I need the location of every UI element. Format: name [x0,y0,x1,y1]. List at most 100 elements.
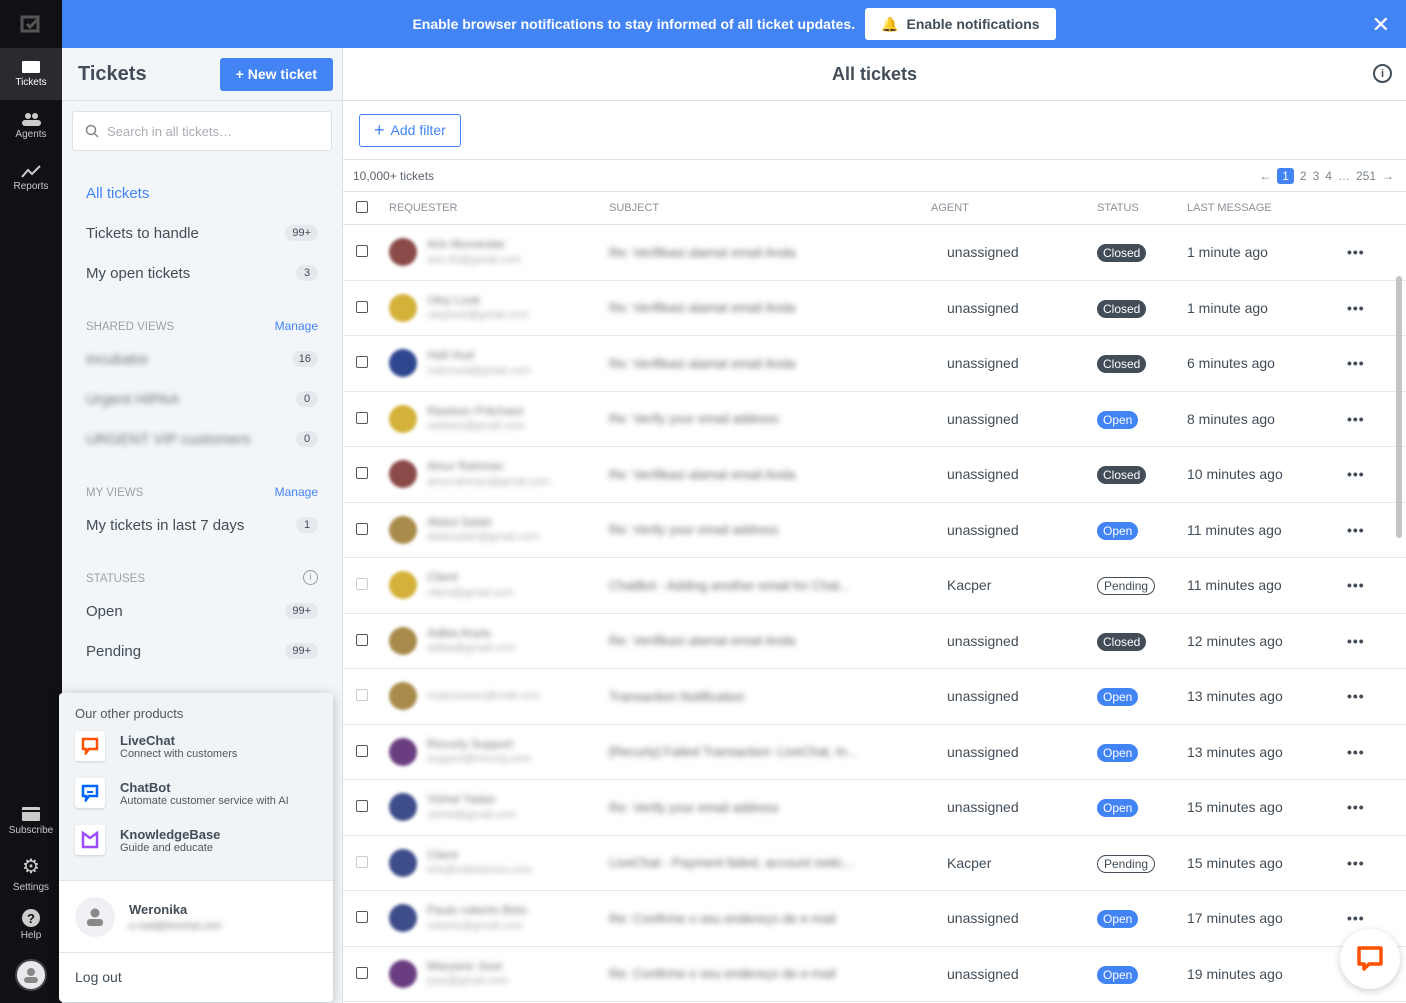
nav-all-tickets[interactable]: All tickets [86,173,318,213]
search-input[interactable]: Search in all tickets… [72,111,332,151]
page-1[interactable]: 1 [1277,167,1294,184]
row-checkbox[interactable] [356,578,368,591]
more-actions-icon[interactable]: ••• [1347,688,1387,704]
page-last[interactable]: 251 [1356,169,1376,183]
table-row[interactable]: Hafi Hud mahmud@gmail.com Re: Verifikasi … [343,336,1406,392]
ticket-subject: Re: Verifikasi alamat email Anda [609,355,796,371]
more-actions-icon[interactable]: ••• [1347,300,1387,316]
row-checkbox[interactable] [356,245,368,258]
row-checkbox[interactable] [356,966,368,979]
status-badge: Closed [1097,299,1147,318]
row-checkbox[interactable] [356,356,368,369]
table-row[interactable]: Vishal Yadav vishal@gmail.com Re: Verify … [343,780,1406,836]
table-row[interactable]: Adiba Anyla adiba@gmail.com Re: Verifikas… [343,614,1406,669]
add-filter-button[interactable]: + Add filter [359,113,461,147]
table-row[interactable]: Paulo roberto Beto roberto@gmail.com Re: … [343,891,1406,947]
scrollbar[interactable] [1396,276,1402,538]
ticket-subject: ChatBot - Adding another email for Chat.… [609,577,851,593]
search-icon [85,124,99,138]
row-checkbox[interactable] [356,855,368,868]
table-row[interactable]: Client info@milestones.com LiveChat - Pay… [343,836,1406,891]
status-open[interactable]: Open 99+ [86,591,318,631]
app-logo[interactable] [0,0,62,48]
prev-page-icon[interactable]: ← [1259,169,1271,183]
logout-button[interactable]: Log out [59,953,333,1001]
col-requester[interactable]: REQUESTER [389,202,609,214]
rail-settings[interactable]: ⚙ Settings [0,847,62,899]
row-checkbox[interactable] [356,800,368,813]
nav-label: Open [86,602,123,620]
more-actions-icon[interactable]: ••• [1347,355,1387,371]
row-checkbox[interactable] [356,744,368,757]
requester-email: info@milestones.com [427,864,533,877]
product-name: ChatBot [120,779,171,795]
view-item[interactable]: Urgent HIPAA 0 [86,379,318,419]
nav-my-open-tickets[interactable]: My open tickets 3 [86,253,318,293]
more-actions-icon[interactable]: ••• [1347,522,1387,538]
table-row[interactable]: Ainur Rahman ainurrahman@gmail.com Re: Ve… [343,447,1406,503]
product-chatbot[interactable]: ChatBot Automate customer service with AI [75,778,317,808]
page-2[interactable]: 2 [1300,169,1307,183]
select-all-checkbox[interactable] [356,200,368,213]
rail-help[interactable]: ? Help [0,899,62,951]
table-row[interactable]: Recurly Support support@recurly.com [Recu… [343,725,1406,780]
livechat-widget-button[interactable] [1340,929,1400,989]
manage-shared-link[interactable]: Manage [275,319,318,333]
product-knowledgebase[interactable]: KnowledgeBase Guide and educate [75,825,317,855]
table-row[interactable]: Maryane Jose jose@gmail.com Re: Confirme … [343,947,1406,1002]
close-icon[interactable]: ✕ [1372,12,1390,38]
user-avatar[interactable] [15,959,47,991]
nav-label: Urgent HIPAA [86,390,180,408]
table-row[interactable]: Abdul Salah abdusalah@gmail.com Re: Verif… [343,503,1406,558]
more-actions-icon[interactable]: ••• [1347,744,1387,760]
row-checkbox[interactable] [356,411,368,424]
more-actions-icon[interactable]: ••• [1347,466,1387,482]
status-pending[interactable]: Pending 99+ [86,631,318,671]
row-checkbox[interactable] [356,300,368,313]
col-agent[interactable]: AGENT [917,202,1097,214]
more-actions-icon[interactable]: ••• [1347,633,1387,649]
view-item[interactable]: URGENT VIP customers 0 [86,419,318,459]
table-row[interactable]: mybusiness@mail.com Transaction Notifica… [343,669,1406,725]
page-3[interactable]: 3 [1313,169,1320,183]
next-page-icon[interactable]: → [1382,169,1394,183]
gear-icon: ⚙ [22,855,40,878]
table-row[interactable]: Uley Look uleylook@gmail.com Re: Verifika… [343,281,1406,336]
more-actions-icon[interactable]: ••• [1347,244,1387,260]
product-livechat[interactable]: LiveChat Connect with customers [75,731,317,761]
col-last-message[interactable]: LAST MESSAGE [1187,202,1347,214]
row-checkbox[interactable] [356,467,368,480]
chat-bubble-icon [1357,946,1383,971]
row-checkbox[interactable] [356,689,368,702]
col-subject[interactable]: SUBJECT [609,202,917,214]
rail-tickets[interactable]: Tickets [0,48,62,100]
more-actions-icon[interactable]: ••• [1347,910,1387,926]
nav-tickets-to-handle[interactable]: Tickets to handle 99+ [86,213,318,253]
search-placeholder: Search in all tickets… [107,123,232,139]
more-actions-icon[interactable]: ••• [1347,799,1387,815]
requester-avatar [389,349,417,378]
new-ticket-button[interactable]: + New ticket [219,57,333,91]
nav-label: My open tickets [86,264,191,282]
col-status[interactable]: STATUS [1097,202,1187,214]
page-4[interactable]: 4 [1325,169,1332,183]
view-item[interactable]: My tickets in last 7 days 1 [86,505,318,545]
rail-subscribe[interactable]: Subscribe [0,795,62,847]
row-checkbox[interactable] [356,522,368,535]
table-row[interactable]: Raeleen Pritchard raeleen@gmail.com Re: V… [343,392,1406,447]
row-checkbox[interactable] [356,633,368,646]
info-icon[interactable]: i [1373,64,1392,83]
table-row[interactable]: Client client@gmail.com ChatBot - Adding … [343,558,1406,614]
product-desc: Connect with customers [120,747,238,760]
more-actions-icon[interactable]: ••• [1347,855,1387,871]
info-icon[interactable]: i [303,570,318,585]
table-row[interactable]: Aris Munandar aris.92@gmail.com Re: Verif… [343,225,1406,281]
row-checkbox[interactable] [356,911,368,924]
rail-reports[interactable]: Reports [0,152,62,204]
manage-my-views-link[interactable]: Manage [275,485,318,499]
rail-agents[interactable]: Agents [0,100,62,152]
enable-notifications-button[interactable]: 🔔 Enable notifications [865,8,1056,40]
view-item[interactable]: Incubator 16 [86,339,318,379]
more-actions-icon[interactable]: ••• [1347,411,1387,427]
more-actions-icon[interactable]: ••• [1347,577,1387,593]
